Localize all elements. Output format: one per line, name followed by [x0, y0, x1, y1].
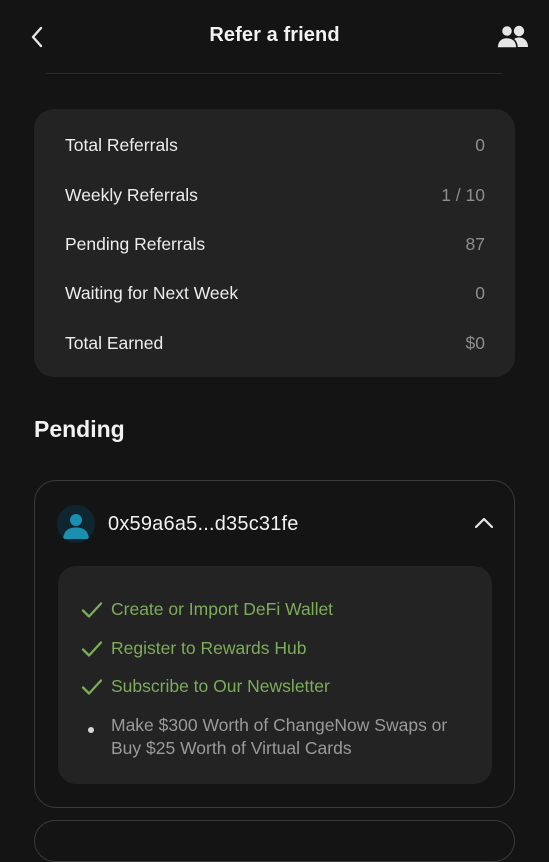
header-divider	[46, 73, 502, 74]
task-item-register-rewards-hub: Register to Rewards Hub	[81, 638, 307, 660]
stat-label: Total Earned	[65, 332, 164, 353]
stat-row-total-earned: Total Earned $0	[65, 331, 485, 355]
stat-label: Total Referrals	[65, 134, 178, 155]
referral-address: 0x59a6a5...d35c31fe	[108, 513, 299, 535]
pending-referral-card-next[interactable]	[34, 820, 515, 862]
stat-row-pending-referrals: Pending Referrals 87	[65, 232, 485, 256]
task-item-subscribe-newsletter: Subscribe to Our Newsletter	[81, 676, 330, 698]
checkmark-icon	[81, 638, 111, 660]
task-label: Make $300 Worth of ChangeNow Swaps or Bu…	[111, 715, 448, 758]
stat-label: Weekly Referrals	[65, 184, 198, 205]
referral-stats-card: Total Referrals 0 Weekly Referrals 1 / 1…	[34, 109, 515, 377]
users-icon	[496, 24, 528, 49]
task-item-make-swaps: Make $300 Worth of ChangeNow Swaps or Bu…	[81, 714, 451, 760]
collapse-button[interactable]	[470, 511, 498, 535]
stat-value: 1 / 10	[441, 184, 485, 205]
header: Refer a friend	[0, 0, 549, 74]
checkmark-icon	[81, 599, 111, 621]
stat-value: 0	[475, 134, 485, 155]
checkmark-icon	[81, 676, 111, 698]
pending-section-title: Pending	[34, 416, 125, 442]
stat-value: 87	[465, 233, 485, 254]
pending-referral-card[interactable]: 0x59a6a5...d35c31fe Create or Import DeF…	[34, 480, 515, 808]
stat-value: $0	[465, 332, 485, 353]
task-label: Register to Rewards Hub	[111, 638, 307, 658]
stat-row-waiting-next-week: Waiting for Next Week 0	[65, 281, 485, 305]
bullet-dot-icon	[81, 714, 111, 736]
users-button[interactable]	[495, 22, 531, 52]
stat-row-total-referrals: Total Referrals 0	[65, 133, 485, 157]
stat-label: Waiting for Next Week	[65, 282, 239, 303]
referral-tasks-list: Create or Import DeFi Wallet Register to…	[58, 566, 492, 784]
page-title: Refer a friend	[209, 24, 340, 46]
chevron-up-icon	[474, 517, 494, 529]
task-label: Subscribe to Our Newsletter	[111, 676, 330, 696]
task-item-create-wallet: Create or Import DeFi Wallet	[81, 599, 333, 621]
stat-value: 0	[475, 282, 485, 303]
task-label: Create or Import DeFi Wallet	[111, 599, 334, 619]
stat-label: Pending Referrals	[65, 233, 206, 254]
stat-row-weekly-referrals: Weekly Referrals 1 / 10	[65, 183, 485, 207]
user-avatar-icon	[57, 505, 95, 543]
